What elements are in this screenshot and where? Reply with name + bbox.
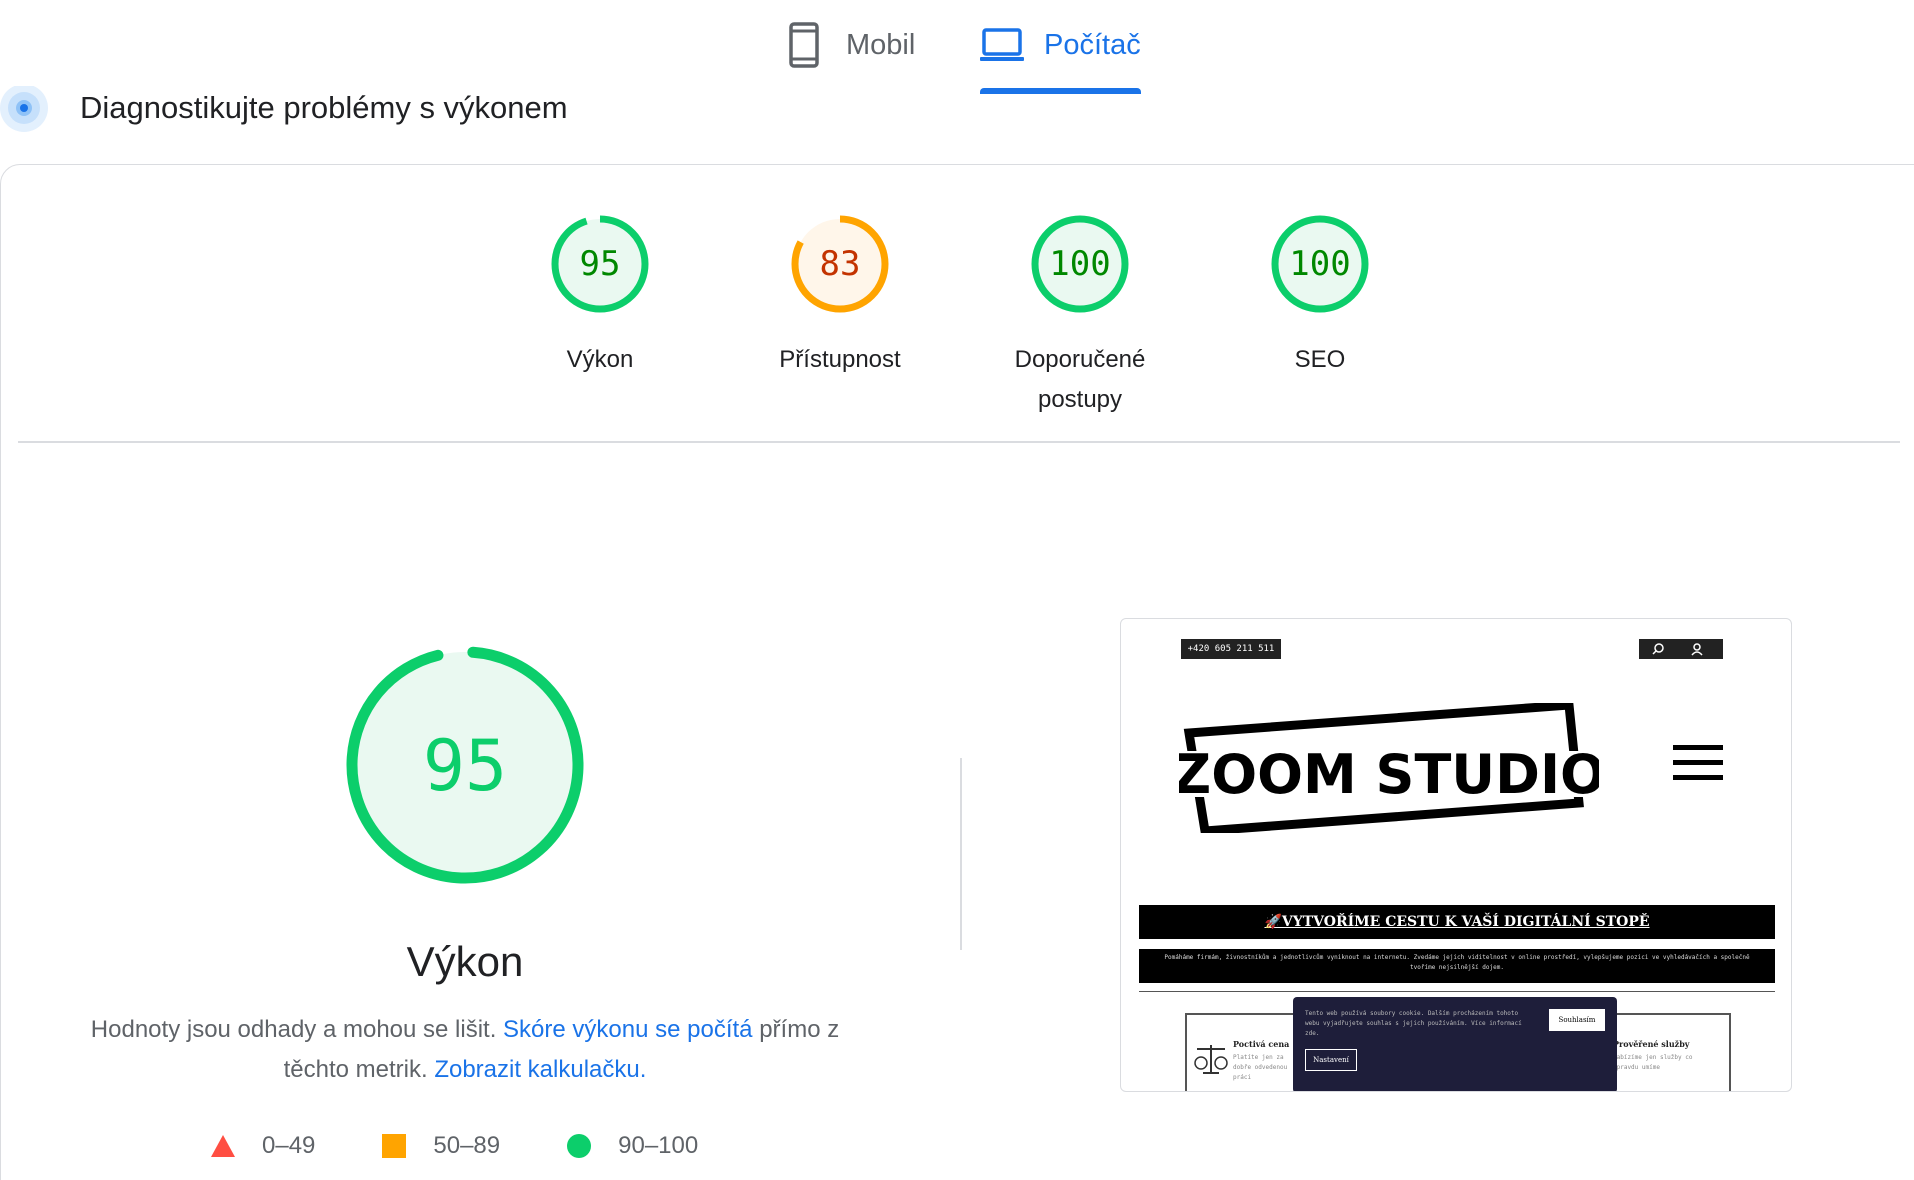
calculator-link[interactable]: Zobrazit kalkulačku. <box>434 1056 646 1083</box>
legend-pass-range: 90–100 <box>618 1132 699 1159</box>
tab-mobile[interactable]: Mobil <box>782 22 915 92</box>
gauge-seo-score: 100 <box>1289 244 1350 284</box>
triangle-icon <box>211 1135 235 1157</box>
gauge-accessibility-ring: 83 <box>791 215 889 313</box>
screenshot-rule <box>1139 991 1775 992</box>
legend-fail-range: 0–49 <box>262 1132 316 1159</box>
gauges-divider <box>18 441 1900 443</box>
screenshot-toolbar <box>1639 639 1723 659</box>
gauge-best-practices-score: 100 <box>1049 244 1110 284</box>
legend-average-range: 50–89 <box>433 1132 501 1159</box>
gauge-best-practices-ring: 100 <box>1031 215 1129 313</box>
legend-pass: 90–100 <box>566 1132 698 1160</box>
gauge-best-practices[interactable]: 100 Doporučené postupy <box>975 212 1185 420</box>
screenshot-phone: +420 605 211 511 <box>1181 639 1281 659</box>
hamburger-icon <box>1673 745 1723 781</box>
score-legend: 0–49 50–89 90–100 <box>210 1130 764 1162</box>
tab-desktop-label: Počítač <box>1044 29 1141 61</box>
page-title: Diagnostikujte problémy s výkonem <box>80 90 568 125</box>
legend-fail: 0–49 <box>210 1132 315 1160</box>
category-gauges: 95 Výkon 83 Přístupnost 100 Doporučené p… <box>0 212 1914 413</box>
performance-score-large: 95 <box>423 725 507 807</box>
page-screenshot[interactable]: +420 605 211 511 ZOOM STUDIO 🚀VYTVOŘÍME … <box>1120 618 1792 1092</box>
screenshot-cookie-banner: Tento web používá soubory cookie. Dalším… <box>1293 997 1617 1091</box>
gauge-performance-label: Výkon <box>566 346 634 373</box>
section-divider <box>960 758 962 950</box>
performance-gauge-large: 95 <box>340 640 590 890</box>
gauge-seo-label: SEO <box>1294 346 1346 373</box>
screenshot-card-right-title: Prověřené služby <box>1613 1039 1690 1049</box>
gauge-performance-score: 95 <box>580 244 621 284</box>
gauge-accessibility-score: 83 <box>820 244 861 284</box>
legend-average: 50–89 <box>381 1132 500 1160</box>
circle-icon <box>567 1134 592 1158</box>
scales-icon <box>1194 1045 1228 1074</box>
screenshot-card-right-text: Nabízíme jen služby co opravdu umíme <box>1613 1054 1693 1071</box>
screenshot-banner: 🚀VYTVOŘÍME CESTU K VAŠÍ DIGITÁLNÍ STOPĚ <box>1139 905 1775 939</box>
phone-icon <box>782 22 826 68</box>
gauge-best-practices-label: Doporučené postupy <box>1014 346 1146 413</box>
device-tabs: Mobil Počítač <box>0 0 1914 96</box>
laptop-icon <box>980 22 1024 68</box>
gauge-accessibility-label: Přístupnost <box>779 346 901 373</box>
gauge-performance-ring: 95 <box>551 215 649 313</box>
screenshot-cookie-accept: Souhlasím <box>1549 1009 1605 1031</box>
performance-title: Výkon <box>406 938 524 985</box>
screenshot-logo: ZOOM STUDIO <box>1172 700 1606 836</box>
screenshot-card-left-text: Platíte jen za dobře odvedenou práci <box>1233 1054 1288 1081</box>
screenshot-cookie-text: Tento web používá soubory cookie. Dalším… <box>1305 1010 1522 1037</box>
screenshot-card-left-title: Poctivá cena <box>1233 1039 1290 1049</box>
score-calc-link[interactable]: Skóre výkonu se počítá <box>503 1016 752 1043</box>
tab-desktop[interactable]: Počítač <box>980 22 1141 94</box>
gauge-seo-ring: 100 <box>1271 215 1369 313</box>
performance-description: Hodnoty jsou odhady a mohou se lišit. Sk… <box>85 1010 845 1090</box>
desc-prefix: Hodnoty jsou odhady a mohou se lišit. <box>90 1016 497 1043</box>
screenshot-subtext: Pomáháme firmám, živnostníkům a jednotli… <box>1139 949 1775 983</box>
gauge-accessibility[interactable]: 83 Přístupnost <box>735 212 945 380</box>
screenshot-logo-text: ZOOM STUDIO <box>1179 743 1599 806</box>
gauge-seo[interactable]: 100 SEO <box>1215 212 1425 380</box>
tab-mobile-label: Mobil <box>846 29 916 61</box>
active-tab-indicator <box>980 88 1141 94</box>
diagnostics-icon <box>0 84 50 136</box>
square-icon <box>382 1134 407 1158</box>
screenshot-cookie-settings: Nastavení <box>1305 1049 1357 1071</box>
gauge-performance[interactable]: 95 Výkon <box>495 212 705 380</box>
